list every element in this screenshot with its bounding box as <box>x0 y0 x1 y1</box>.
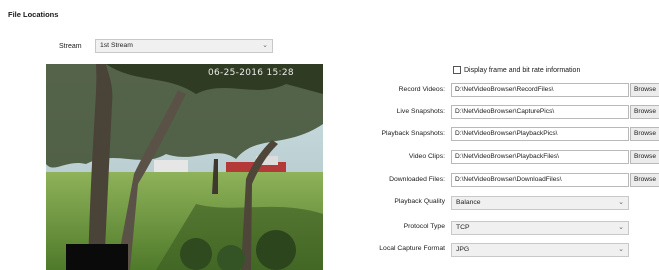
display-info-label: Display frame and bit rate information <box>464 66 581 74</box>
timestamp-overlay: 06-25-2016 15:28 <box>208 68 294 78</box>
chevron-down-icon: ⌄ <box>262 42 268 49</box>
protocol-type-value: TCP <box>456 224 470 231</box>
display-info-option[interactable]: Display frame and bit rate information <box>453 66 580 74</box>
downloaded-files-browse-button[interactable]: Browse <box>630 173 659 187</box>
display-info-checkbox[interactable] <box>453 66 461 74</box>
record-videos-label: Record Videos: <box>398 86 445 93</box>
playback-quality-value: Balance <box>456 199 481 206</box>
section-title: File Locations <box>8 10 59 19</box>
playback-quality-label: Playback Quality <box>394 198 445 205</box>
camera-scene <box>46 64 323 270</box>
camera-preview[interactable]: 06-25-2016 15:28 <box>46 64 323 270</box>
record-videos-browse-button[interactable]: Browse <box>630 83 659 97</box>
chevron-down-icon: ⌄ <box>618 199 624 206</box>
chevron-down-icon: ⌄ <box>618 246 624 253</box>
playback-quality-select[interactable]: Balance ⌄ <box>451 196 629 210</box>
playback-snapshots-browse-button[interactable]: Browse <box>630 127 659 141</box>
stream-select[interactable]: 1st Stream ⌄ <box>95 39 273 53</box>
live-snapshots-label: Live Snapshots: <box>396 108 445 115</box>
live-snapshots-browse-button[interactable]: Browse <box>630 105 659 119</box>
capture-format-select[interactable]: JPG ⌄ <box>451 243 629 257</box>
capture-format-label: Local Capture Format <box>379 245 445 252</box>
video-clips-label: Video Clips: <box>408 153 445 160</box>
protocol-type-label: Protocol Type <box>403 223 445 230</box>
playback-snapshots-label: Playback Snapshots: <box>381 130 445 137</box>
capture-format-value: JPG <box>456 246 470 253</box>
stream-select-value: 1st Stream <box>100 42 133 49</box>
protocol-type-select[interactable]: TCP ⌄ <box>451 221 629 235</box>
downloaded-files-path[interactable]: D:\NetVideoBrowser\DownloadFiles\ <box>451 173 629 187</box>
stream-label: Stream <box>59 43 82 50</box>
chevron-down-icon: ⌄ <box>618 224 624 231</box>
playback-snapshots-path[interactable]: D:\NetVideoBrowser\PlaybackPics\ <box>451 127 629 141</box>
record-videos-path[interactable]: D:\NetVideoBrowser\RecordFiles\ <box>451 83 629 97</box>
live-snapshots-path[interactable]: D:\NetVideoBrowser\CapturePics\ <box>451 105 629 119</box>
video-clips-path[interactable]: D:\NetVideoBrowser\PlaybackFiles\ <box>451 150 629 164</box>
privacy-mask <box>66 244 128 270</box>
video-clips-browse-button[interactable]: Browse <box>630 150 659 164</box>
downloaded-files-label: Downloaded Files: <box>389 176 445 183</box>
